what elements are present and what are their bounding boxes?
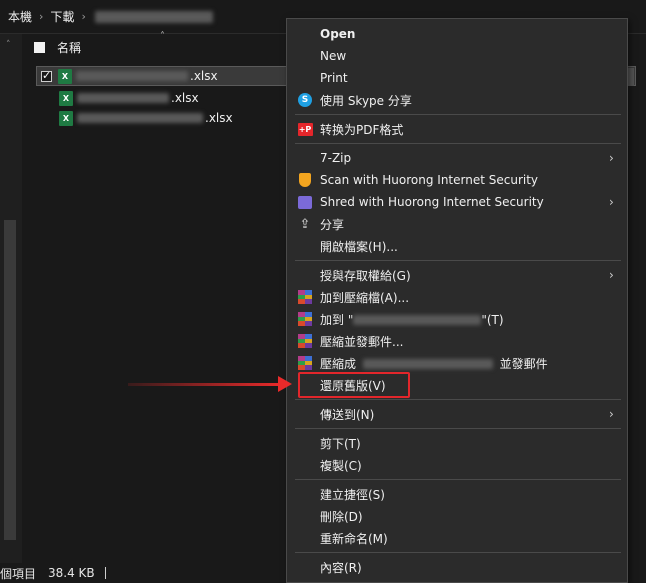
chevron-right-icon: ›: [609, 268, 614, 282]
menu-item-cut[interactable]: 剪下(T): [287, 432, 627, 454]
menu-item-send-to[interactable]: 傳送到(N) ›: [287, 403, 627, 425]
share-icon: ⇪: [299, 216, 311, 232]
sort-chevron-up-icon: ˄: [160, 31, 165, 42]
winrar-icon: [297, 311, 313, 327]
breadcrumb-this-pc[interactable]: 本機: [8, 8, 32, 25]
file-list-scrollbar[interactable]: [628, 68, 634, 86]
winrar-icon: [297, 289, 313, 305]
menu-item-open[interactable]: Open: [287, 23, 627, 45]
menu-item-huorong-scan[interactable]: Scan with Huorong Internet Security: [287, 169, 627, 191]
blurred-folder-name: [94, 10, 213, 23]
chevron-right-icon: ›: [609, 195, 614, 209]
breadcrumb-separator-icon: ›: [39, 10, 44, 23]
skype-icon: S: [297, 92, 313, 108]
menu-item-properties[interactable]: 內容(R): [287, 556, 627, 578]
shredder-icon: [297, 194, 313, 210]
annotation-highlight-box: [298, 372, 410, 398]
shield-icon: [297, 172, 313, 188]
menu-item-compress-to-email[interactable]: 壓縮成 並發郵件: [287, 352, 627, 374]
menu-separator: [295, 143, 621, 144]
menu-item-grant-access[interactable]: 授與存取權給(G) ›: [287, 264, 627, 286]
annotation-arrow-shaft: [128, 383, 282, 386]
scroll-up-arrow-icon[interactable]: ˄: [6, 40, 11, 50]
file-extension: .xlsx: [171, 91, 199, 105]
winrar-icon: [297, 333, 313, 349]
column-name-label: 名稱: [57, 40, 82, 55]
menu-item-rename[interactable]: 重新命名(M): [287, 527, 627, 549]
menu-item-add-archive[interactable]: 加到壓縮檔(A)...: [287, 286, 627, 308]
menu-item-compress-email[interactable]: 壓縮並發郵件...: [287, 330, 627, 352]
menu-item-create-shortcut[interactable]: 建立捷徑(S): [287, 483, 627, 505]
blurred-archive-name: [353, 315, 482, 325]
blurred-file-name: [77, 93, 169, 103]
menu-separator: [295, 479, 621, 480]
menu-item-share[interactable]: ⇪ 分享: [287, 213, 627, 235]
blurred-archive-name: [362, 359, 493, 369]
menu-item-new[interactable]: New: [287, 45, 627, 67]
menu-item-copy[interactable]: 複製(C): [287, 454, 627, 476]
navigation-pane-scrollbar[interactable]: [4, 220, 16, 540]
excel-file-icon: X: [58, 68, 72, 84]
menu-item-7zip[interactable]: 7-Zip ›: [287, 147, 627, 169]
select-all-checkbox[interactable]: [34, 41, 45, 53]
menu-item-convert-pdf[interactable]: +P 转换为PDF格式: [287, 118, 627, 140]
menu-separator: [295, 260, 621, 261]
blurred-file-name: [77, 113, 203, 123]
selection-count: 個項目: [0, 566, 37, 581]
winrar-icon: [297, 355, 313, 371]
blurred-file-name: [76, 71, 188, 81]
excel-file-icon: X: [59, 110, 73, 126]
menu-item-huorong-shred[interactable]: Shred with Huorong Internet Security ›: [287, 191, 627, 213]
file-extension: .xlsx: [205, 111, 233, 125]
pdf-convert-icon: +P: [297, 122, 313, 136]
annotation-arrow-head-icon: [278, 376, 292, 392]
menu-item-open-with[interactable]: 開啟檔案(H)...: [287, 235, 627, 257]
menu-item-delete[interactable]: 刪除(D): [287, 505, 627, 527]
breadcrumb-downloads[interactable]: 下載: [50, 8, 74, 25]
menu-separator: [295, 428, 621, 429]
context-menu: Open New Print S 使用 Skype 分享 +P 转换为PDF格式…: [286, 18, 628, 583]
menu-separator: [295, 114, 621, 115]
chevron-right-icon: ›: [609, 407, 614, 421]
menu-separator: [295, 399, 621, 400]
chevron-right-icon: ›: [609, 151, 614, 165]
menu-separator: [295, 552, 621, 553]
status-divider: [104, 567, 106, 579]
menu-item-print[interactable]: Print: [287, 67, 627, 89]
excel-file-icon: X: [59, 90, 73, 106]
menu-item-skype-share[interactable]: S 使用 Skype 分享: [287, 89, 627, 111]
selection-size: 38.4 KB: [48, 566, 95, 580]
menu-item-add-to-named-archive[interactable]: 加到 " "(T): [287, 308, 627, 330]
file-extension: .xlsx: [190, 69, 218, 83]
file-checkbox[interactable]: [41, 69, 52, 82]
breadcrumb-separator-icon: ›: [81, 10, 86, 23]
